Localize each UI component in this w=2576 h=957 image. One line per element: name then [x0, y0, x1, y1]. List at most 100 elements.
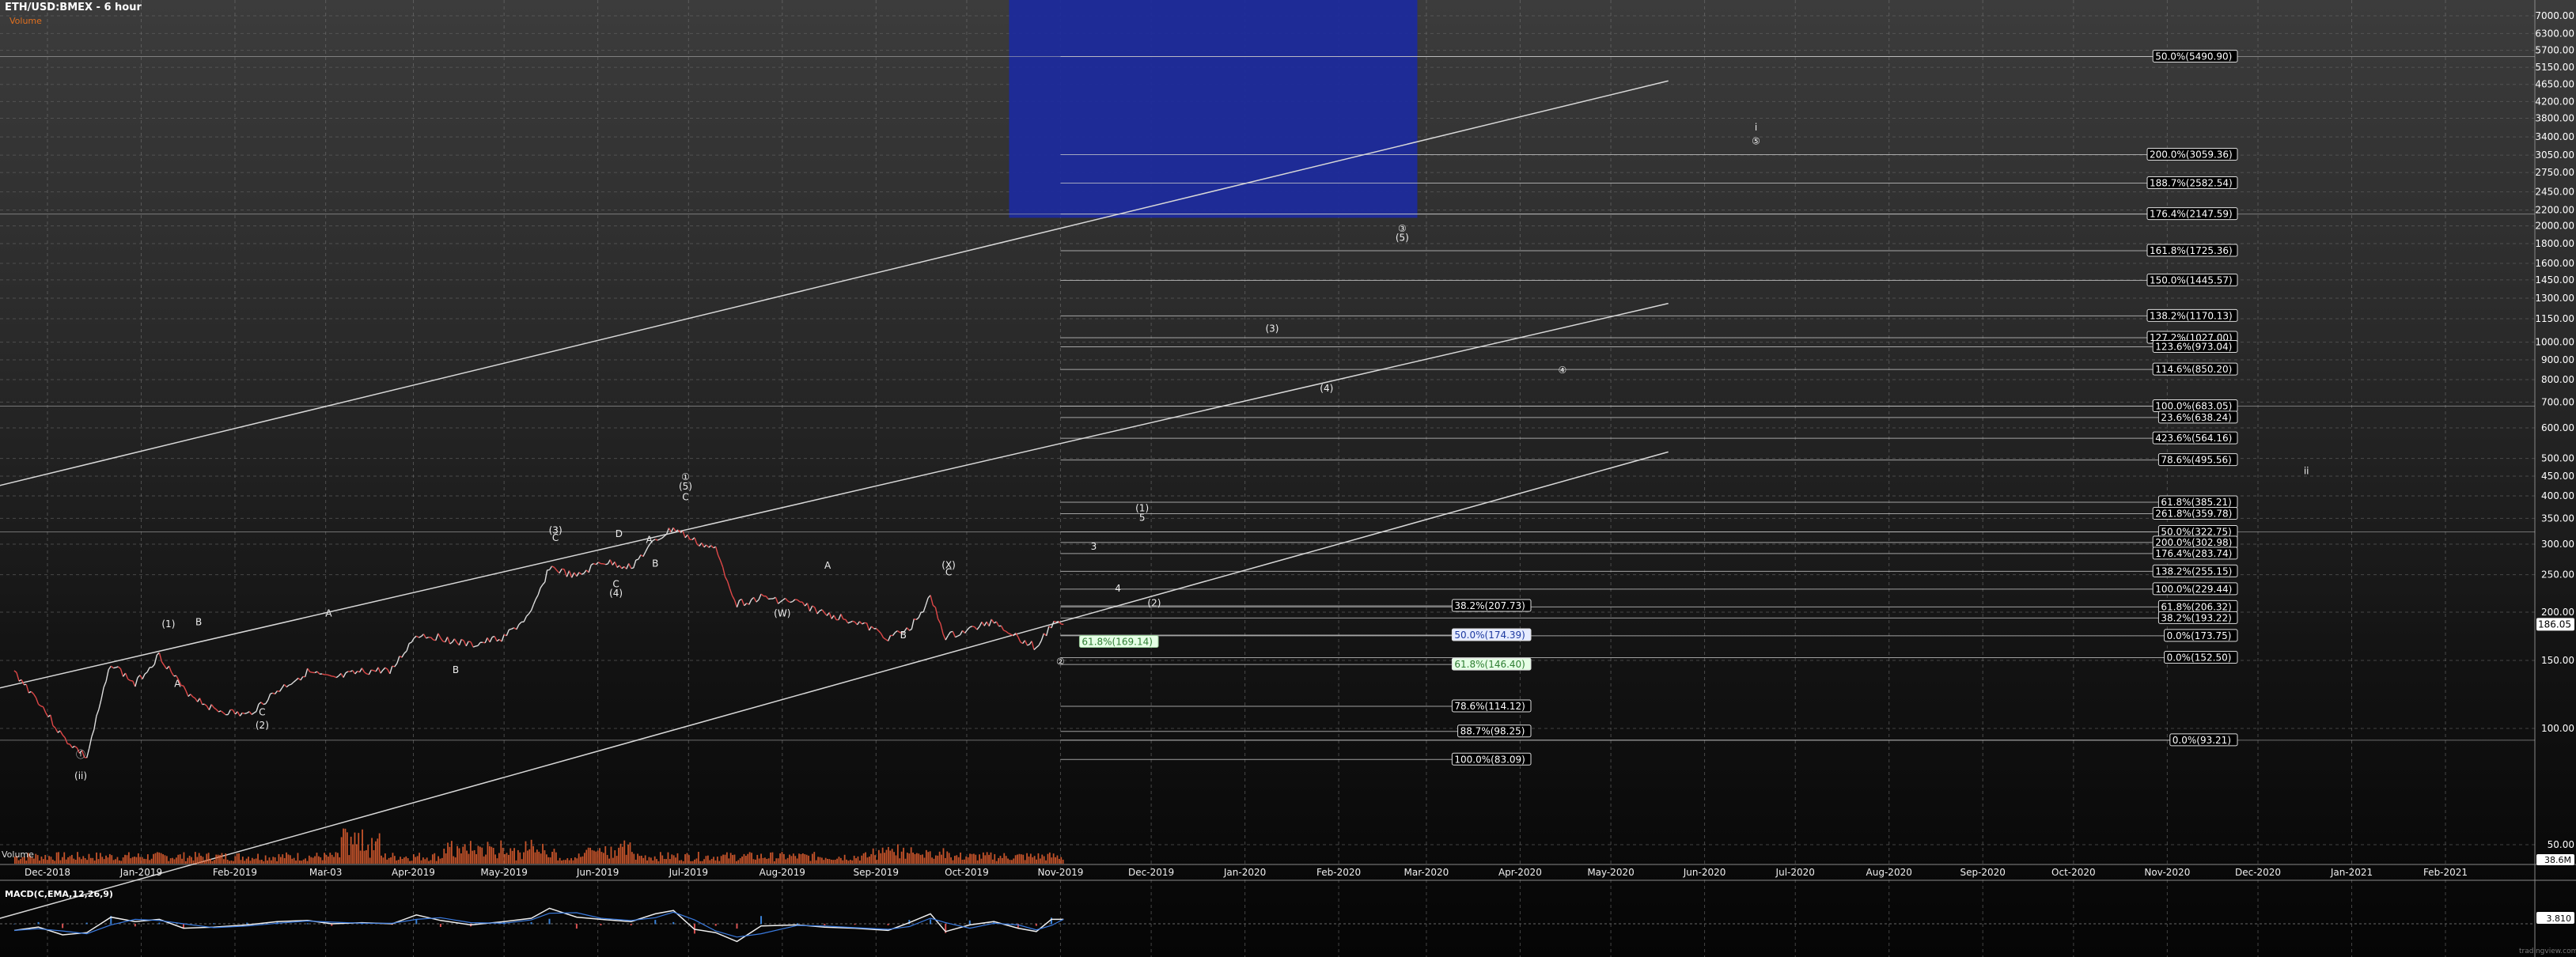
- macd-histogram-bar: [134, 924, 136, 927]
- volume-bar: [642, 857, 645, 864]
- volume-bar: [526, 850, 528, 864]
- volume-bar: [358, 833, 360, 864]
- volume-bar: [244, 861, 246, 864]
- price-segment: [607, 559, 611, 565]
- date-tick-label: Sep-2020: [1960, 867, 2006, 878]
- volume-bar: [430, 860, 432, 864]
- volume-bar: [472, 850, 474, 864]
- price-segment: [389, 666, 393, 675]
- price-segment: [544, 569, 548, 583]
- price-tick-label: 900.00: [2541, 354, 2574, 365]
- volume-bar: [460, 853, 462, 864]
- price-segment: [511, 627, 514, 630]
- price-segment: [576, 572, 580, 577]
- volume-bar: [722, 854, 724, 864]
- volume-bar: [785, 859, 787, 864]
- price-segment: [509, 628, 512, 630]
- date-tick-label: Jun-2019: [576, 867, 619, 878]
- macd-histogram-bar: [246, 922, 248, 925]
- price-tick-label: 350.00: [2541, 513, 2574, 524]
- volume-bar: [317, 856, 320, 864]
- price-tick-label: 700.00: [2541, 396, 2574, 407]
- volume-bar: [587, 847, 589, 864]
- price-segment: [609, 559, 613, 566]
- fib-label: 61.8%(206.32): [2161, 601, 2231, 612]
- volume-bar: [540, 853, 542, 864]
- price-segment: [192, 696, 196, 699]
- volume-bar: [222, 859, 225, 864]
- volume-bar: [454, 857, 456, 864]
- wave-label: ⓘ: [76, 749, 85, 760]
- price-segment: [847, 622, 850, 624]
- volume-bar: [839, 857, 842, 864]
- price-segment: [144, 671, 148, 675]
- volume-bar: [54, 861, 56, 864]
- price-segment: [260, 702, 264, 705]
- wave-label: C: [259, 707, 265, 718]
- volume-bar: [77, 852, 78, 864]
- date-tick-label: Nov-2020: [2144, 867, 2190, 878]
- volume-bar: [1048, 852, 1051, 864]
- volume-bar: [1037, 853, 1040, 864]
- price-segment: [403, 650, 407, 654]
- fib-label: 261.8%(359.78): [2155, 508, 2232, 519]
- volume-bar: [297, 853, 299, 864]
- price-segment: [218, 710, 222, 713]
- volume-bar: [559, 857, 561, 864]
- price-segment: [925, 597, 929, 606]
- volume-bar: [1033, 856, 1036, 864]
- volume-bar: [544, 850, 546, 864]
- price-tick-label: 2000.00: [2535, 221, 2574, 232]
- price-segment: [52, 724, 56, 728]
- volume-bar: [925, 849, 927, 864]
- volume-bar: [415, 857, 417, 864]
- price-segment: [909, 628, 912, 631]
- volume-bar: [226, 859, 229, 864]
- price-segment: [286, 684, 290, 688]
- volume-bar: [1058, 858, 1060, 864]
- macd-histogram-bar: [158, 922, 161, 925]
- volume-bar: [1047, 853, 1049, 864]
- price-segment: [1017, 637, 1021, 643]
- volume-bar: [858, 861, 861, 864]
- volume-bar: [324, 853, 325, 864]
- volume-bar: [450, 841, 453, 864]
- price-segment: [506, 629, 510, 637]
- date-tick-label: Nov-2019: [1037, 867, 1083, 878]
- macd-histogram-bar: [600, 924, 602, 925]
- volume-bar: [213, 860, 215, 864]
- volume-bar: [896, 844, 899, 864]
- price-segment: [449, 641, 453, 645]
- volume-bar: [438, 856, 439, 864]
- volume-bar: [456, 845, 458, 864]
- chart-canvas[interactable]: 50.0%(5490.90) 200.0%(3059.36) 188.7%(2582…: [0, 0, 2576, 957]
- price-segment: [535, 594, 539, 600]
- volume-bar: [830, 860, 832, 864]
- volume-bar: [707, 855, 709, 864]
- volume-bar: [980, 858, 983, 864]
- fib-label: 138.2%(1170.13): [2150, 310, 2233, 321]
- price-segment: [213, 707, 217, 710]
- price-tick-label: 4200.00: [2535, 96, 2574, 107]
- volume-bar: [561, 861, 563, 864]
- fib-label: 23.6%(638.24): [2161, 412, 2231, 423]
- volume-bar: [701, 861, 703, 864]
- volume-bar: [350, 836, 352, 864]
- volume-bar: [865, 852, 866, 864]
- chart-root[interactable]: 50.0%(5490.90) 200.0%(3059.36) 188.7%(2582…: [0, 0, 2576, 957]
- volume-bar: [386, 859, 388, 864]
- volume-bar: [884, 853, 885, 864]
- price-segment: [947, 631, 951, 637]
- volume-bar: [606, 855, 608, 864]
- wave-label: 5: [1139, 512, 1146, 523]
- volume-bar: [196, 857, 199, 864]
- volume-bar: [922, 854, 923, 864]
- volume-bar: [777, 858, 779, 864]
- price-segment: [718, 554, 722, 562]
- volume-bar: [627, 845, 629, 864]
- volume-bar: [135, 857, 138, 864]
- volume-bar: [107, 857, 109, 864]
- volume-bar: [929, 851, 931, 864]
- volume-bar: [154, 853, 157, 864]
- price-segment: [171, 671, 175, 677]
